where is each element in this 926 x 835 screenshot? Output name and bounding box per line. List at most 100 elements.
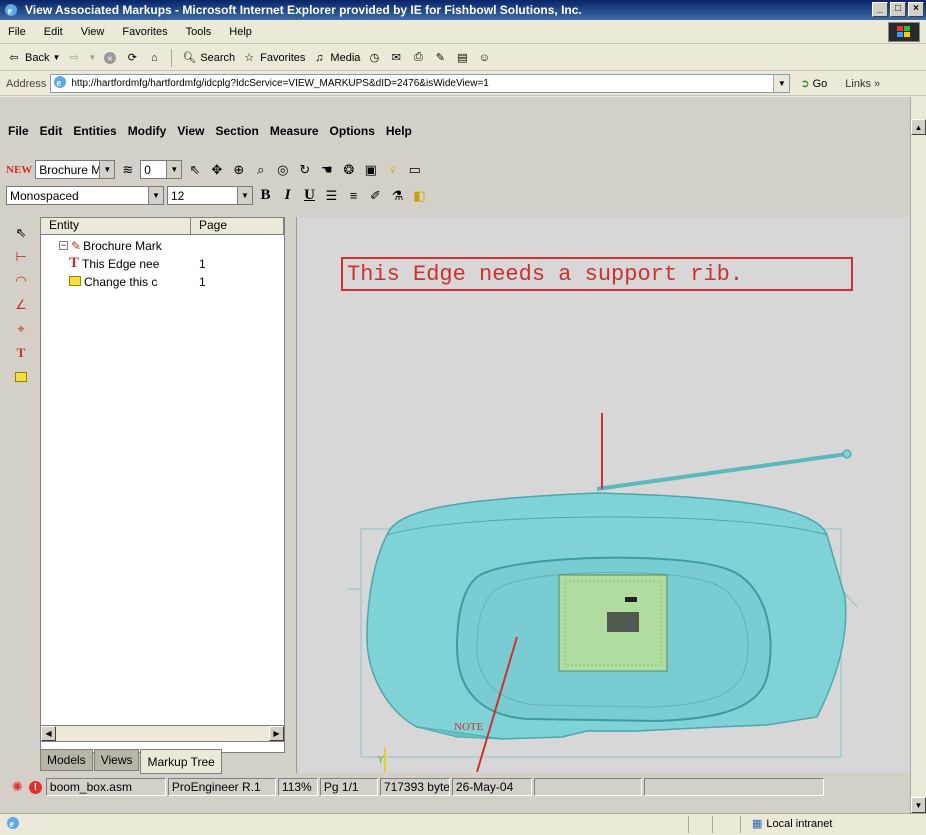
app-menu-section[interactable]: Section — [216, 124, 259, 138]
status-date: 26-May-04 — [451, 778, 532, 796]
scroll-left-icon[interactable]: ◀ — [41, 726, 56, 741]
display-icon[interactable]: ▭ — [405, 160, 424, 179]
mail-icon[interactable]: ✉ — [388, 50, 404, 66]
refresh-icon[interactable]: ⟳ — [124, 50, 140, 66]
font-size-select[interactable]: 12 ▼ — [167, 186, 253, 205]
chip-small — [625, 597, 637, 602]
app-menu-view[interactable]: View — [177, 124, 204, 138]
underline-button[interactable]: U — [300, 186, 319, 205]
ie-menu-help[interactable]: Help — [229, 26, 252, 38]
zoom-window-icon[interactable]: ⊕ — [229, 160, 248, 179]
tab-models[interactable]: Models — [40, 749, 93, 771]
fit-icon[interactable]: ◎ — [273, 160, 292, 179]
line-color-icon[interactable]: ✐ — [366, 186, 385, 205]
fill-icon[interactable]: ⚗ — [388, 186, 407, 205]
close-button[interactable]: × — [908, 2, 924, 17]
app-menu-entities[interactable]: Entities — [73, 124, 116, 138]
messenger-icon[interactable]: ☺ — [476, 50, 492, 66]
scroll-up-icon[interactable]: ▲ — [911, 119, 926, 135]
select-arrow-icon[interactable]: ⇖ — [11, 223, 31, 243]
panel-tabs: Models Views Markup Tree — [40, 749, 223, 774]
tab-markup-tree[interactable]: Markup Tree — [140, 749, 222, 774]
history-icon[interactable]: ◷ — [366, 50, 382, 66]
scroll-down-icon[interactable]: ▼ — [911, 797, 926, 813]
media-button[interactable]: ♫ Media — [311, 50, 360, 66]
app-menu-options[interactable]: Options — [330, 124, 375, 138]
hand-icon[interactable]: ☚ — [317, 160, 336, 179]
tab-views[interactable]: Views — [93, 749, 140, 771]
orbit-icon[interactable]: ❂ — [339, 160, 358, 179]
pointer-icon[interactable]: ⇖ — [185, 160, 204, 179]
window-title: View Associated Markups - Microsoft Inte… — [25, 3, 582, 17]
favorites-button[interactable]: ☆ Favorites — [241, 50, 305, 66]
ie-menu-favorites[interactable]: Favorites — [122, 26, 167, 38]
app-menu-file[interactable]: File — [8, 124, 29, 138]
maximize-button[interactable]: □ — [890, 2, 906, 17]
discuss-icon[interactable]: ▤ — [454, 50, 470, 66]
bold-button[interactable]: B — [256, 186, 275, 205]
back-button[interactable]: ⇦ Back ▼ — [6, 50, 60, 66]
minimize-button[interactable]: _ — [872, 2, 888, 17]
layer-select[interactable]: 0 ▼ — [140, 160, 183, 179]
coordinates-icon[interactable]: ⌖ — [11, 319, 31, 339]
tree-item-label: Change this c — [84, 274, 158, 289]
ie-menu-view[interactable]: View — [81, 26, 105, 38]
app-menu-help[interactable]: Help — [386, 124, 412, 138]
search-button[interactable]: 🔍︎ Search — [181, 50, 235, 66]
ie-menu-file[interactable]: File — [8, 26, 26, 38]
page-vertical-scrollbar[interactable]: ▲ ▼ — [910, 97, 926, 813]
tree-item-label: This Edge nee — [82, 256, 160, 271]
new-markup-button[interactable]: NEW — [6, 164, 32, 176]
markup-applet: File Edit Entities Modify View Section M… — [0, 97, 910, 813]
links-label: Links — [845, 77, 871, 90]
tree-root-node[interactable]: − ✎ Brochure Mark — [59, 237, 162, 254]
ie-menu-tools[interactable]: Tools — [186, 26, 212, 38]
zoom-icon[interactable]: ⌕ — [251, 160, 270, 179]
font-select[interactable]: Monospaced ▼ — [6, 186, 164, 205]
back-arrow-icon: ⇦ — [9, 52, 19, 64]
tree-item-text[interactable]: T This Edge nee 1 — [69, 255, 279, 272]
tree-horizontal-scrollbar[interactable]: ◀ ▶ — [40, 725, 285, 742]
ie-menu-edit[interactable]: Edit — [44, 26, 63, 38]
text-tool-icon[interactable]: T — [11, 343, 31, 363]
security-zone-label: Local intranet — [766, 817, 833, 830]
entity-column-header[interactable]: Entity — [41, 218, 191, 234]
measure-angle-icon[interactable]: ∠ — [11, 295, 31, 315]
address-dropdown-icon[interactable]: ▼ — [773, 75, 790, 92]
scroll-right-icon[interactable]: ▶ — [269, 726, 284, 741]
measure-arc-icon[interactable]: ◠ — [11, 271, 31, 291]
home-icon[interactable]: ⌂ — [146, 50, 162, 66]
collapse-icon[interactable]: − — [59, 241, 68, 250]
layers-icon[interactable]: ≋ — [118, 160, 137, 179]
app-menu-edit[interactable]: Edit — [40, 124, 63, 138]
page-column-header[interactable]: Page — [191, 218, 284, 234]
italic-button[interactable]: I — [278, 186, 297, 205]
cube-icon[interactable]: ▣ — [361, 160, 380, 179]
pan-icon[interactable]: ✥ — [207, 160, 226, 179]
markup-select[interactable]: Brochure M ▼ — [35, 160, 116, 179]
edit-icon[interactable]: ✎ — [432, 50, 448, 66]
app-menu-modify[interactable]: Modify — [128, 124, 167, 138]
line-style-icon[interactable]: ☰ — [322, 186, 341, 205]
status-file: boom_box.asm — [45, 778, 166, 796]
tree-root-label: Brochure Mark — [83, 238, 162, 253]
status-divider — [712, 816, 713, 833]
text-markup-callout[interactable]: This Edge needs a support rib. — [341, 257, 853, 291]
tree-item-note[interactable]: Change this c 1 — [69, 273, 279, 290]
light-bulb-icon[interactable]: ♀ — [383, 160, 402, 179]
note-tool-icon[interactable] — [11, 367, 31, 387]
app-menu-measure[interactable]: Measure — [270, 124, 319, 138]
color-icon[interactable]: ◧ — [410, 186, 429, 205]
chevron-down-icon[interactable]: ▼ — [88, 53, 96, 62]
links-button[interactable]: Links » — [845, 78, 880, 90]
model-viewport[interactable]: X Y This Edge needs a support rib. — [296, 217, 910, 773]
forward-arrow-icon[interactable]: ⇨ — [66, 50, 82, 66]
security-zone[interactable]: ▦ Local intranet — [752, 817, 833, 831]
stop-icon[interactable]: × — [102, 50, 118, 66]
print-icon[interactable]: ⎙ — [410, 50, 426, 66]
rotate-icon[interactable]: ↻ — [295, 160, 314, 179]
measure-distance-icon[interactable]: ⊢ — [11, 247, 31, 267]
address-input[interactable]: e http://hartfordmfg/hartfordmfg/idcplg?… — [50, 74, 791, 93]
go-button[interactable]: ➲ Go — [800, 77, 827, 91]
line-weight-icon[interactable]: ≡ — [344, 186, 363, 205]
